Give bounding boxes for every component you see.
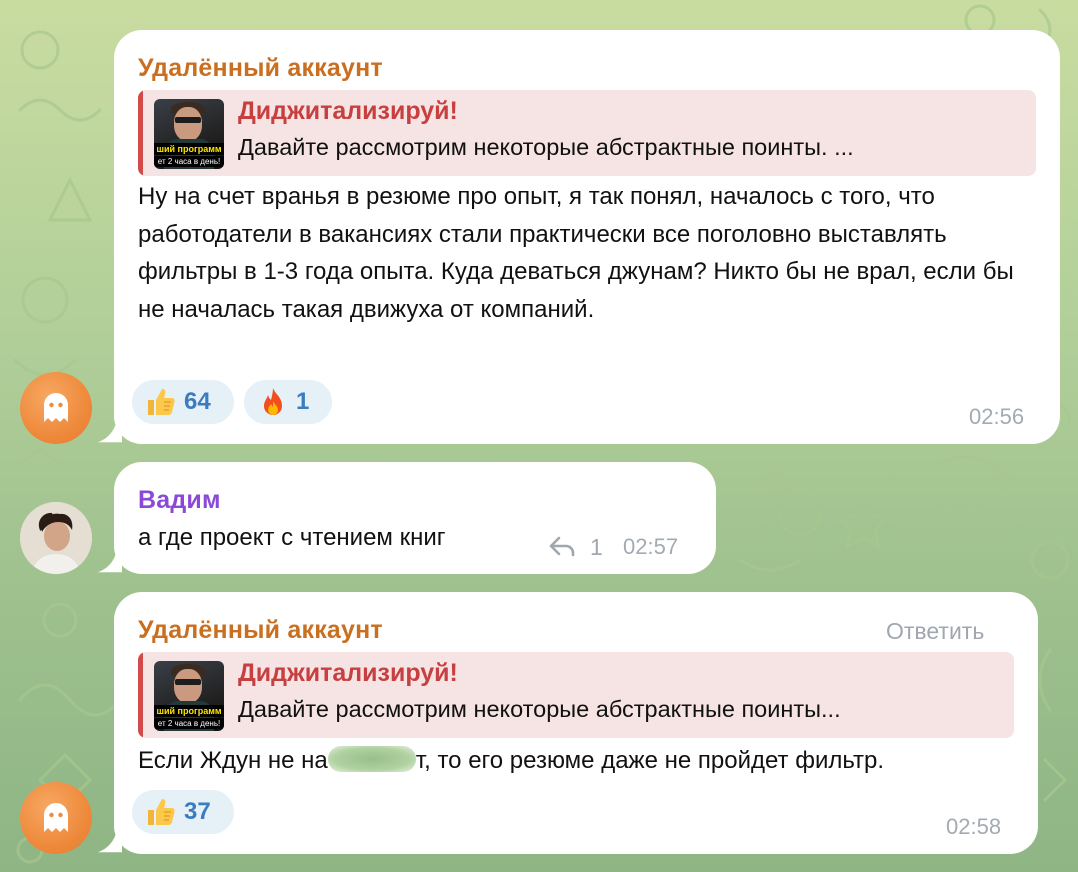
message-text: а где проект с чтением книг xyxy=(138,524,446,551)
message-bubble[interactable]: Удалённый аккаунт ший программ ет 2 часа… xyxy=(114,30,1060,444)
avatar[interactable] xyxy=(20,502,92,574)
reply-button[interactable]: Ответить xyxy=(886,618,984,645)
reply-text: Давайте рассмотрим некоторые абстрактные… xyxy=(238,134,854,160)
thumbnail-caption: ший программ xyxy=(154,705,224,717)
reply-thumbnail: ший программ ет 2 часа в день! xyxy=(154,661,224,731)
message-time: 02:56 xyxy=(969,404,1025,429)
message-text: Ну на счет вранья в резюме про опыт, я т… xyxy=(138,183,1014,323)
ghost-icon xyxy=(44,803,68,832)
reply-thumbnail: ший программ ет 2 часа в день! xyxy=(154,99,224,169)
user-photo xyxy=(20,502,92,574)
reply-text: Давайте рассмотрим некоторые абстрактные… xyxy=(238,696,841,722)
sender-name[interactable]: Удалённый аккаунт xyxy=(138,616,383,645)
reaction-count: 1 xyxy=(296,388,310,415)
reaction-thumbs-up[interactable]: 37 xyxy=(132,790,234,834)
avatar[interactable] xyxy=(20,782,92,854)
sender-name[interactable]: Удалённый аккаунт xyxy=(138,54,383,83)
sender-name[interactable]: Вадим xyxy=(138,486,221,515)
reply-arrow-icon[interactable] xyxy=(548,534,576,558)
censored-region xyxy=(327,746,416,772)
thumbnail-caption: ет 2 часа в день! xyxy=(154,156,224,167)
message-bubble[interactable]: Вадим а где проект с чтением книг 1 02:5… xyxy=(114,462,716,574)
thumbnail-caption: ет 2 часа в день! xyxy=(154,718,224,729)
fire-icon xyxy=(264,388,282,415)
message-text-end: т, то его резюме даже не пройдет фильтр. xyxy=(415,747,884,774)
thumbnail-caption: ший программ xyxy=(154,143,224,155)
thumbs-up-icon xyxy=(148,389,175,415)
avatar[interactable] xyxy=(20,372,92,444)
message-text-start: Если Ждун не на xyxy=(138,747,328,774)
reaction-fire[interactable]: 1 xyxy=(244,380,332,424)
reaction-thumbs-up[interactable]: 64 xyxy=(132,380,234,424)
reply-quote[interactable]: ший программ ет 2 часа в день! Диджитали… xyxy=(138,90,1036,176)
thumbs-up-icon xyxy=(148,799,175,825)
reply-quote[interactable]: ший программ ет 2 часа в день! Диджитали… xyxy=(138,652,1014,738)
message-time: 02:58 xyxy=(946,814,1002,839)
reply-accent-bar xyxy=(138,90,143,176)
reaction-count: 64 xyxy=(184,388,211,415)
reaction-count: 37 xyxy=(184,798,211,825)
replies-count[interactable]: 1 xyxy=(590,534,603,561)
reply-accent-bar xyxy=(138,652,143,738)
reply-title: Диджитализируй! xyxy=(238,659,458,687)
message-text: Если Ждун не на т, то его резюме даже не … xyxy=(138,742,884,780)
reply-title: Диджитализируй! xyxy=(238,97,458,125)
message-bubble[interactable]: Удалённый аккаунт Ответить ший программ … xyxy=(114,592,1038,854)
ghost-icon xyxy=(44,393,68,422)
message-time: 02:57 xyxy=(623,534,679,559)
